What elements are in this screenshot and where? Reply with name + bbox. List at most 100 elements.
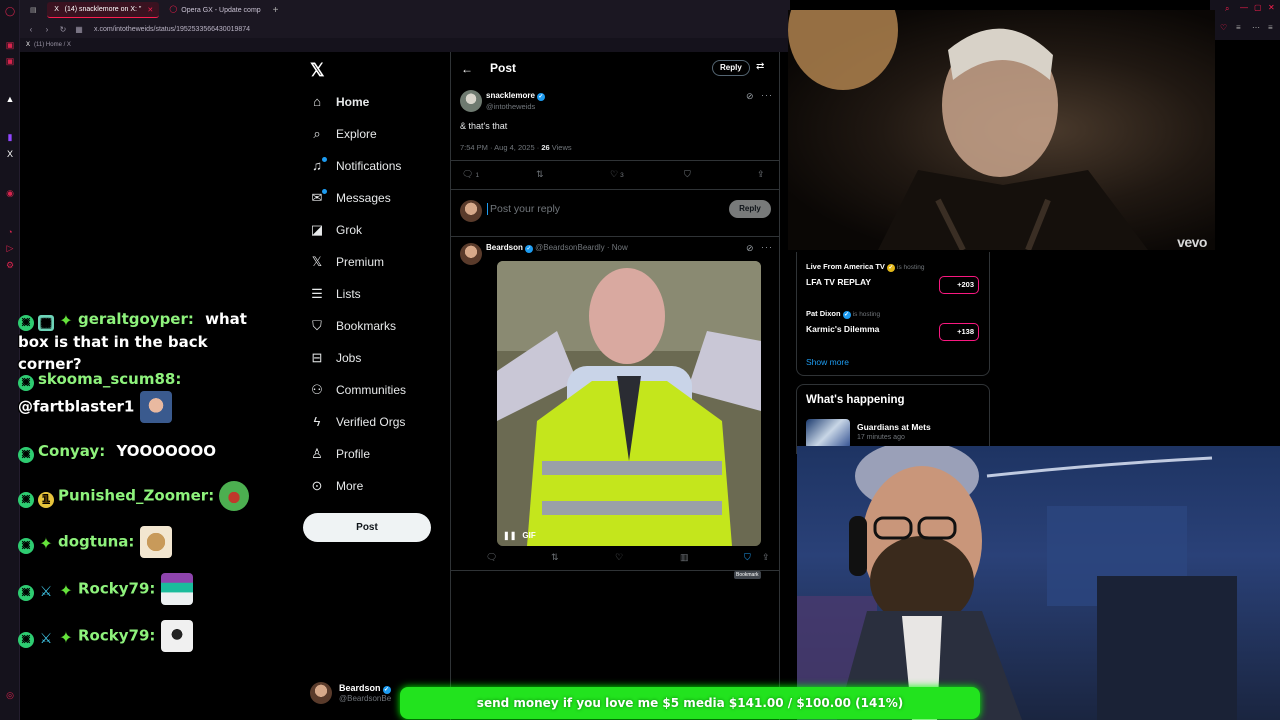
bits-badge-icon: 1 — [38, 491, 54, 508]
chat-text: YOOOOOOO — [116, 442, 217, 460]
bookmark-item[interactable]: (11) Home / X — [34, 42, 71, 48]
trend-image[interactable] — [806, 419, 850, 449]
x-icon[interactable]: X — [5, 149, 15, 159]
sidebar-app-icon[interactable]: ◔ — [5, 227, 15, 237]
nav-notifications[interactable]: ♫ Notifications — [310, 154, 401, 178]
site-info-icon[interactable]: ▦ — [74, 25, 84, 34]
twitch-icon[interactable]: ▮ — [5, 132, 15, 142]
close-icon[interactable]: ✕ — [1268, 3, 1275, 12]
nav-verified-orgs[interactable]: ϟ Verified Orgs — [310, 410, 406, 434]
nav-premium[interactable]: 𝕏 Premium — [310, 250, 384, 274]
sidebar-app-icon[interactable]: ▷ — [5, 243, 15, 253]
share-icon[interactable]: ⇪ — [757, 169, 765, 180]
more-icon[interactable]: ≡ — [1268, 23, 1273, 32]
x-logo-icon[interactable]: 𝕏 — [310, 60, 325, 81]
avatar[interactable] — [460, 90, 482, 112]
nav-lists[interactable]: ☰ Lists — [310, 282, 361, 306]
chat-text: @fartblaster1 — [18, 397, 135, 416]
minimize-icon[interactable]: — — [1240, 3, 1248, 12]
account-switcher[interactable]: Beardson ✓ @BeardsonBe — [310, 682, 391, 704]
heart-icon[interactable]: ♡ — [1220, 23, 1227, 32]
views-icon[interactable]: ▥ — [680, 552, 689, 563]
menu-icon[interactable]: ≡ — [1236, 23, 1241, 32]
host-item[interactable]: Pat Dixon ✓ is hosting Karmic's Dilemma — [806, 309, 880, 334]
maximize-icon[interactable]: ▢ — [1254, 3, 1262, 12]
divider — [451, 160, 779, 161]
x-icon: X — [26, 42, 31, 48]
post-actions: 🗨︎ 1 ⇅ ♡ 3 ⛉ ⇪ — [451, 169, 781, 183]
reply-icon[interactable]: 🗨︎ — [486, 552, 497, 563]
chat-message: ✕ ▦ ✦ geraltgoyper: what box is that in the… — [18, 308, 268, 375]
post-column: ← Post Reply ⇄ snacklemore ✓ @intotheweid… — [450, 52, 780, 720]
chat-username: dogtuna: — [58, 532, 135, 551]
show-more-link[interactable]: Show more — [806, 357, 849, 367]
x-logo-icon: 𝕏 — [311, 254, 323, 269]
nav-profile[interactable]: ♙ Profile — [310, 442, 370, 466]
repost-icon[interactable]: ⇅ — [551, 552, 559, 563]
gif-media[interactable]: ❚❚ GIF — [497, 261, 761, 546]
filter-icon[interactable]: ⇄ — [756, 61, 764, 72]
nav-label: Jobs — [336, 351, 362, 365]
vevo-watermark: vevo — [1177, 234, 1207, 250]
settings-icon[interactable]: ⚙ — [5, 260, 15, 270]
reload-icon[interactable]: ↻ — [58, 25, 68, 34]
donation-goal-bar: send money if you love me $5 media $141.… — [400, 687, 980, 719]
nav-messages[interactable]: ✉ Messages — [310, 186, 391, 210]
sidebar-app-icon[interactable]: ▣ — [5, 40, 15, 50]
sidebar-app-icon[interactable]: ▲ — [5, 94, 15, 104]
sidebar-app-icon[interactable]: ▣ — [5, 56, 15, 66]
post-button[interactable]: Post — [303, 513, 431, 542]
post-author-handle[interactable]: @intotheweids — [486, 102, 535, 111]
like-icon[interactable]: ♡ 3 — [610, 169, 624, 180]
nav-explore[interactable]: ⌕ Explore — [310, 122, 376, 146]
more-icon[interactable]: ⋯ — [1252, 23, 1260, 32]
share-icon[interactable]: ⇪ — [762, 552, 770, 563]
section-title: What's happening — [806, 394, 905, 406]
new-tab-icon[interactable]: + — [273, 5, 279, 16]
opera-logo-icon[interactable]: ◯ — [5, 6, 15, 16]
nav-jobs[interactable]: ⊟ Jobs — [310, 346, 362, 370]
like-icon[interactable]: ♡ — [615, 552, 623, 563]
more-icon[interactable]: ··· — [761, 242, 773, 252]
reply-button[interactable]: Reply — [729, 200, 771, 218]
nav-label: Premium — [336, 255, 385, 269]
people-icon: ⚇ — [311, 382, 323, 397]
tab-x-post[interactable]: X (14) snacklemore on X: " ✕ — [46, 2, 160, 18]
tab-opera-update[interactable]: ◯ Opera GX - Update comp — [163, 2, 266, 18]
close-tab-icon[interactable]: ✕ — [147, 6, 153, 14]
verified-badge-icon: ✓ — [382, 686, 391, 694]
nav-home[interactable]: ⌂ Home — [310, 90, 369, 114]
nav-bookmarks[interactable]: ⛉ Bookmarks — [310, 314, 396, 338]
nav-communities[interactable]: ⚇ Communities — [310, 378, 406, 402]
host-listener-count[interactable]: +138 — [939, 323, 979, 341]
sidebar-app-icon[interactable]: ◉ — [5, 188, 15, 198]
nav-grok[interactable]: ◪ Grok — [310, 218, 362, 242]
gif-controls: ❚❚ GIF — [497, 531, 536, 540]
repost-icon[interactable]: ⇅ — [536, 169, 544, 180]
grok-icon: ◪ — [310, 222, 324, 237]
host-listener-count[interactable]: +203 — [939, 276, 979, 294]
avatar[interactable] — [460, 243, 482, 265]
bookmark-icon[interactable]: ⛉ — [684, 169, 691, 180]
window-menu-icon[interactable]: ▤ — [24, 2, 43, 18]
webcam-frame — [797, 446, 1237, 720]
pause-icon[interactable]: ❚❚ — [503, 531, 516, 540]
back-icon[interactable]: ‹ — [26, 25, 36, 34]
nav-label: Home — [336, 95, 370, 109]
trend-title[interactable]: Guardians at Mets — [857, 422, 931, 432]
grok-icon[interactable]: ⊘ — [746, 243, 754, 254]
nav-more[interactable]: ⊙ More — [310, 474, 364, 498]
forward-icon[interactable]: › — [42, 25, 52, 34]
sidebar-more-icon[interactable]: ◎ — [5, 690, 15, 700]
reply-input[interactable]: Post your reply — [487, 203, 560, 215]
host-item[interactable]: Live From America TV ✓ is hosting LFA TV … — [806, 262, 924, 287]
post-author-name[interactable]: snacklemore ✓ — [486, 91, 545, 101]
reply-icon[interactable]: 🗨︎ 1 — [462, 169, 479, 180]
url-field[interactable]: x.com/intotheweids/status/19525335664300… — [94, 26, 250, 33]
grok-icon[interactable]: ⊘ — [746, 91, 754, 102]
more-icon[interactable]: ··· — [761, 90, 773, 100]
back-arrow-icon[interactable]: ← — [461, 62, 473, 76]
bookmark-icon[interactable]: ⛉ — [744, 552, 751, 563]
reply-header-button[interactable]: Reply — [712, 60, 750, 76]
search-icon[interactable]: ⌕ — [1225, 4, 1229, 14]
